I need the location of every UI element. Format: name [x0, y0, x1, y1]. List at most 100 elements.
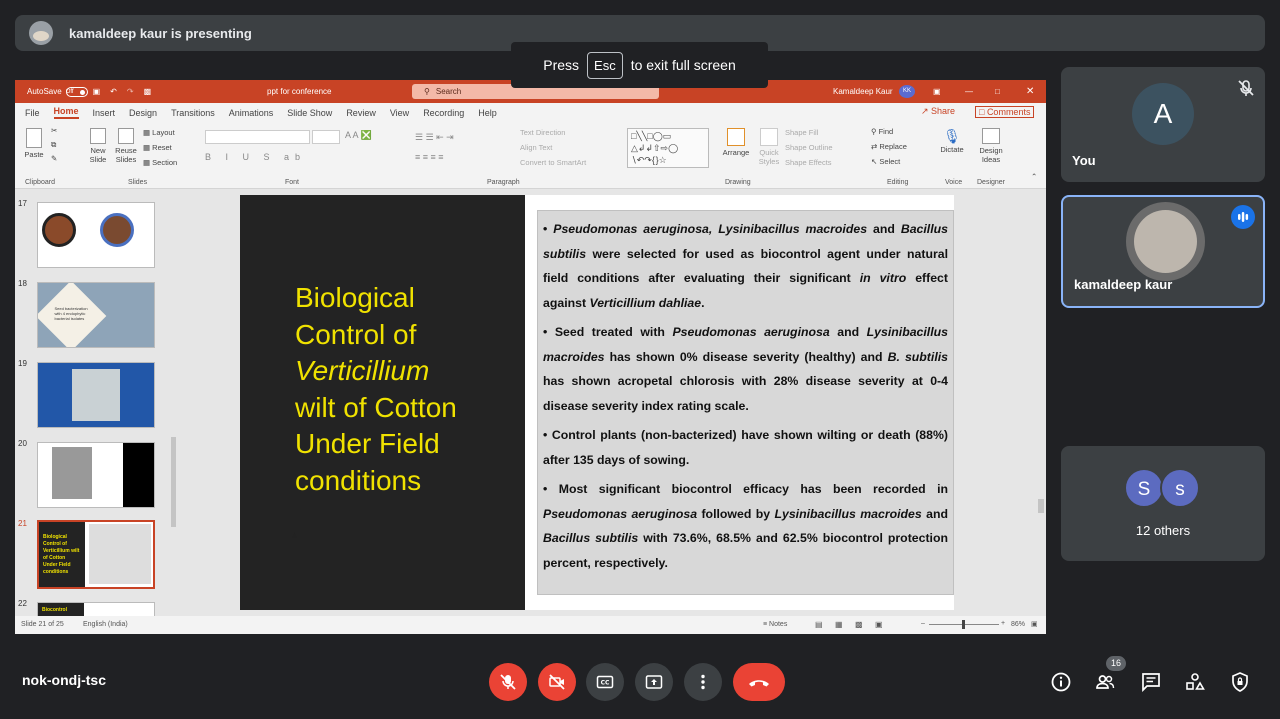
slide-scrollbar[interactable]: [1036, 189, 1046, 616]
minimize-icon[interactable]: —: [965, 87, 973, 96]
dictate-button[interactable]: 🎙 Dictate: [938, 128, 966, 154]
slide-thumbnail-21[interactable]: Biological Control of Verticillium wilt …: [37, 520, 155, 589]
menu-review[interactable]: Review: [346, 108, 376, 118]
cut-icon[interactable]: ✂: [51, 126, 57, 135]
paste-button[interactable]: Paste: [23, 128, 45, 159]
slide-thumbnail-20[interactable]: [37, 442, 155, 508]
esc-key: Esc: [587, 51, 623, 79]
maximize-icon[interactable]: □: [995, 87, 1000, 96]
menu-transitions[interactable]: Transitions: [171, 108, 215, 118]
file-name[interactable]: ppt for conference: [267, 87, 331, 96]
shape-fill-button[interactable]: Shape Fill: [785, 128, 818, 137]
find-button[interactable]: ⚲ Find: [871, 127, 893, 136]
zoom-out-icon[interactable]: –: [921, 620, 925, 627]
ribbon-options-icon[interactable]: ▣: [933, 87, 941, 96]
leave-call-button[interactable]: [733, 663, 785, 701]
captions-button[interactable]: CC: [586, 663, 624, 701]
undo-icon[interactable]: ↶: [110, 87, 117, 96]
slide-title: Biological Control of Verticillium wilt …: [295, 282, 457, 496]
redo-icon[interactable]: ↷: [127, 87, 134, 96]
svg-text:CC: CC: [601, 680, 610, 687]
zoom-in-icon[interactable]: +: [1001, 620, 1005, 627]
replace-button[interactable]: ⇄ Replace: [871, 142, 907, 151]
menu-recording[interactable]: Recording: [423, 108, 464, 118]
shape-outline-button[interactable]: Shape Outline: [785, 143, 833, 152]
font-name-box[interactable]: [205, 130, 310, 144]
convert-smartart-button[interactable]: Convert to SmartArt: [520, 158, 586, 167]
participant-tile-you[interactable]: A You: [1061, 67, 1265, 182]
view-buttons[interactable]: ▤ ▦ ▩ ▣: [815, 620, 883, 629]
menu-view[interactable]: View: [390, 108, 409, 118]
slide-canvas[interactable]: Biological Control of Verticillium wilt …: [240, 195, 954, 610]
user-avatar[interactable]: KK: [899, 85, 915, 98]
reuse-slides-button[interactable]: Reuse Slides: [114, 128, 138, 164]
new-slide-button[interactable]: New Slide: [87, 128, 109, 164]
share-button[interactable]: ↗ Share: [921, 106, 955, 117]
activities-button[interactable]: [1183, 670, 1207, 694]
mic-off-icon: [1235, 77, 1257, 99]
select-button[interactable]: ↖ Select: [871, 157, 900, 166]
autosave-toggle[interactable]: [65, 86, 88, 97]
notes-button[interactable]: ≡ Notes: [763, 621, 787, 628]
collapse-ribbon-icon[interactable]: ⌃: [1031, 172, 1037, 181]
group-drawing: Drawing: [725, 179, 751, 186]
align-text-button[interactable]: Align Text: [520, 143, 552, 152]
group-paragraph: Paragraph: [487, 179, 520, 186]
fit-slide-icon[interactable]: ▣: [1031, 620, 1038, 628]
font-format-buttons[interactable]: B I U S ab: [205, 152, 306, 162]
reset-button[interactable]: ▦ Reset: [143, 143, 172, 152]
language-indicator[interactable]: English (India): [83, 621, 128, 628]
font-size-box[interactable]: [312, 130, 340, 144]
shape-effects-button[interactable]: Shape Effects: [785, 158, 832, 167]
camera-toggle-button[interactable]: [538, 663, 576, 701]
participant-tile-presenter[interactable]: kamaldeep kaur: [1061, 195, 1265, 308]
toast-suffix: to exit full screen: [630, 57, 736, 73]
more-options-button[interactable]: [684, 663, 722, 701]
chat-button[interactable]: [1139, 670, 1163, 694]
quick-styles-button[interactable]: Quick Styles: [755, 128, 783, 166]
close-icon[interactable]: ✕: [1026, 86, 1034, 97]
menu-design[interactable]: Design: [129, 108, 157, 118]
thumbnail-scrollbar[interactable]: [171, 192, 177, 612]
shapes-gallery[interactable]: □╲╲□◯▭ △↲↲⇧⇨◯ ∖↶↷{ }☆: [627, 128, 709, 168]
comments-button[interactable]: □ Comments: [975, 106, 1035, 118]
text-direction-button[interactable]: Text Direction: [520, 128, 565, 137]
list-icons[interactable]: ☰ ☰ ⇤ ⇥: [415, 132, 454, 143]
arrange-button[interactable]: Arrange: [720, 128, 752, 157]
slide-thumbnail-17[interactable]: [37, 202, 155, 268]
mouse-cursor-icon: ▲: [290, 530, 299, 540]
save-icon[interactable]: ▣: [93, 87, 101, 96]
people-button[interactable]: [1093, 670, 1117, 694]
menu-home[interactable]: Home: [53, 106, 79, 119]
design-ideas-button[interactable]: Design Ideas: [976, 128, 1006, 164]
align-icons[interactable]: ≡ ≡ ≡ ≡: [415, 152, 444, 162]
host-controls-button[interactable]: [1228, 670, 1252, 694]
mic-toggle-button[interactable]: [489, 663, 527, 701]
menu-slide-show[interactable]: Slide Show: [287, 108, 332, 118]
user-name[interactable]: Kamaldeep Kaur: [833, 87, 893, 96]
status-bar: Slide 21 of 25 English (India) ≡ Notes ▤…: [15, 616, 1046, 634]
slide-text-box[interactable]: • Pseudomonas aeruginosa, Lysinibacillus…: [537, 210, 954, 595]
zoom-slider[interactable]: [929, 620, 999, 629]
copy-icon[interactable]: ⧉: [51, 140, 56, 150]
present-button[interactable]: [635, 663, 673, 701]
participant-count-badge: 16: [1106, 656, 1126, 671]
menu-help[interactable]: Help: [478, 108, 497, 118]
slide-thumbnail-18[interactable]: Seed bacterization with 4 endophytic bac…: [37, 282, 155, 348]
format-painter-icon[interactable]: ✎: [51, 154, 57, 163]
menu-file[interactable]: File: [25, 108, 40, 118]
layout-button[interactable]: ▦ Layout: [143, 128, 175, 137]
zoom-level[interactable]: 86%: [1011, 621, 1025, 628]
autosave-label: AutoSave: [27, 87, 62, 96]
group-font: Font: [285, 179, 300, 186]
arrange-icon: [727, 128, 745, 146]
slide-thumbnail-19[interactable]: [37, 362, 155, 428]
menu-animations[interactable]: Animations: [229, 108, 274, 118]
participant-tile-others[interactable]: S s 12 others: [1061, 446, 1265, 561]
section-button[interactable]: ▦ Section: [143, 158, 177, 167]
menu-insert[interactable]: Insert: [93, 108, 116, 118]
present-icon[interactable]: ▩: [144, 87, 152, 96]
font-size-icons[interactable]: A A ❎: [345, 130, 372, 141]
quick-styles-icon: [760, 128, 778, 146]
meeting-info-button[interactable]: [1049, 670, 1073, 694]
